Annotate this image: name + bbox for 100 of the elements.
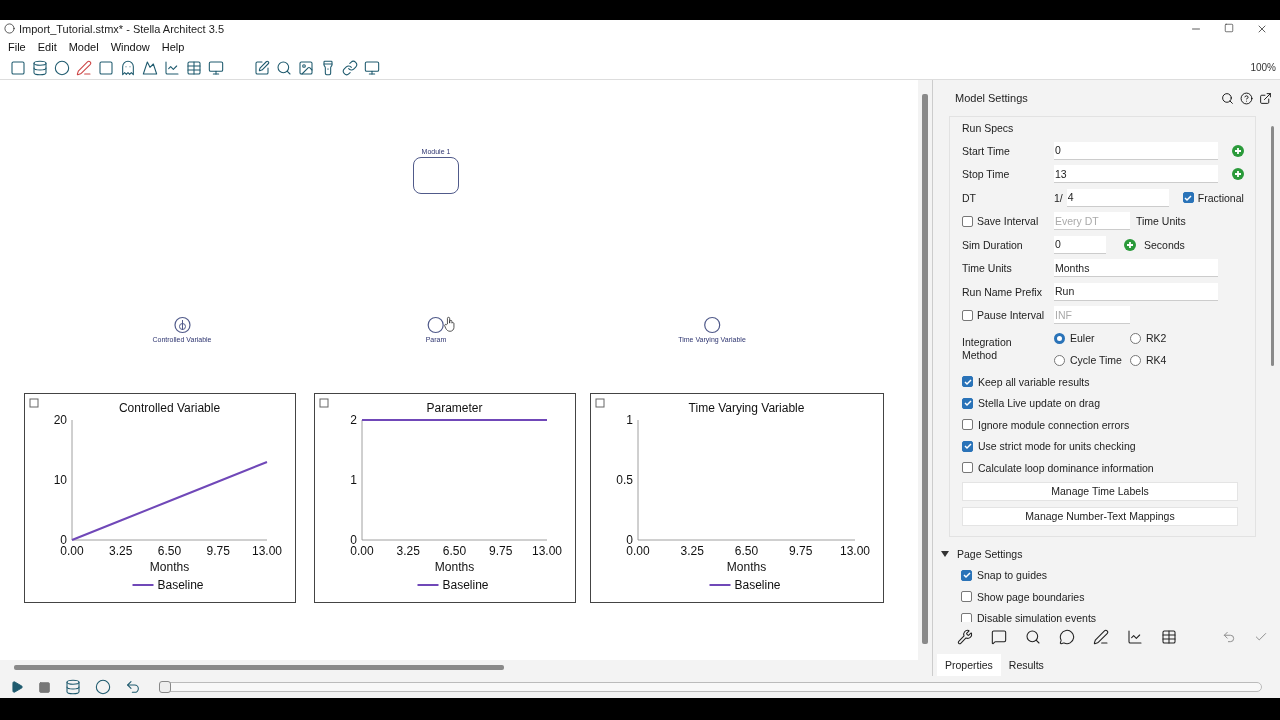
module-node[interactable] xyxy=(413,157,459,194)
help-icon[interactable] xyxy=(1240,91,1253,105)
input-field[interactable]: 4 xyxy=(1066,188,1169,207)
checkbox[interactable] xyxy=(962,215,973,227)
collapse-icon[interactable] xyxy=(319,398,329,408)
scrollbar[interactable] xyxy=(1270,126,1274,366)
radio-button[interactable] xyxy=(1054,332,1065,344)
zoom-level[interactable]: 100% xyxy=(1250,62,1280,73)
x-tick-label: 13.00 xyxy=(532,544,562,558)
input-field[interactable]: 0 xyxy=(1054,235,1106,254)
table-tool-icon[interactable] xyxy=(186,59,202,76)
x-tick-label: 13.00 xyxy=(252,544,282,558)
time-slider[interactable] xyxy=(159,682,1262,692)
add-icon[interactable] xyxy=(1232,168,1244,181)
field-label: Start Time xyxy=(962,144,1011,157)
input-field[interactable]: 0 xyxy=(1054,141,1218,160)
menu-item[interactable]: Window xyxy=(104,40,156,53)
menu-item[interactable]: File xyxy=(2,40,32,53)
maximize-icon[interactable] xyxy=(1224,22,1234,33)
table-icon[interactable] xyxy=(1161,629,1177,645)
picture-tool-icon[interactable] xyxy=(298,59,314,76)
checkbox-label: Stella Live update on drag xyxy=(978,397,1100,410)
play-icon[interactable] xyxy=(10,680,24,694)
y-tick-label: 1 xyxy=(626,413,633,427)
y-tick-label: 0 xyxy=(626,533,633,547)
checkbox[interactable] xyxy=(961,591,972,603)
checkbox-label: Ignore module connection errors xyxy=(978,418,1130,431)
graph-icon[interactable] xyxy=(1127,629,1143,645)
link-icon[interactable] xyxy=(342,59,358,76)
radio-button[interactable] xyxy=(1054,354,1065,366)
add-icon[interactable] xyxy=(1232,144,1244,157)
add-icon[interactable] xyxy=(1124,238,1136,251)
checkbox[interactable] xyxy=(962,309,973,321)
checkbox[interactable] xyxy=(962,397,973,409)
checkbox[interactable] xyxy=(962,440,973,452)
field-label: DT xyxy=(962,191,977,204)
scrollbar[interactable] xyxy=(14,665,504,670)
x-tick-label: 0.00 xyxy=(350,544,374,558)
checkbox[interactable] xyxy=(961,612,972,622)
ghost-icon[interactable] xyxy=(120,59,136,76)
manage-button[interactable]: Manage Number-Text Mappings xyxy=(962,506,1238,526)
check-icon[interactable] xyxy=(1254,630,1268,644)
connector-tool-icon[interactable] xyxy=(76,59,92,76)
converter-node[interactable] xyxy=(427,316,445,334)
checkbox[interactable] xyxy=(962,419,973,431)
menu-item[interactable]: Model xyxy=(62,40,105,53)
input-field[interactable]: 13 xyxy=(1054,165,1218,184)
flashlight-icon[interactable] xyxy=(320,59,336,76)
manage-button[interactable]: Manage Time Labels xyxy=(962,481,1238,501)
menu-item[interactable]: Help xyxy=(155,40,191,53)
display-tool-icon[interactable] xyxy=(208,59,224,76)
panel-tab[interactable]: Properties xyxy=(937,654,1001,676)
converter-tool-icon[interactable] xyxy=(54,59,70,76)
edit-icon[interactable] xyxy=(254,59,270,76)
y-tick-label: 0 xyxy=(60,533,67,547)
panel-tab[interactable]: Results xyxy=(1000,654,1052,676)
presentation-icon[interactable] xyxy=(364,59,380,76)
message-icon[interactable] xyxy=(991,629,1007,645)
collapse-icon[interactable] xyxy=(595,398,605,408)
radio-label: RK2 xyxy=(1146,332,1167,344)
chart-title: Parameter xyxy=(426,401,483,415)
menu-item[interactable]: Edit xyxy=(31,40,63,53)
search-icon[interactable] xyxy=(1221,91,1234,105)
controlled-converter-node[interactable] xyxy=(173,316,191,334)
popout-icon[interactable] xyxy=(1259,91,1272,105)
comment-icon[interactable] xyxy=(1059,629,1075,645)
slider-thumb[interactable] xyxy=(159,681,171,693)
image-tool-icon[interactable] xyxy=(142,59,158,76)
y-tick-label: 1 xyxy=(350,473,357,487)
radio-button[interactable] xyxy=(1130,354,1141,366)
graph-tool-icon[interactable] xyxy=(164,59,180,76)
input-field[interactable]: Months xyxy=(1054,259,1218,278)
zoom-icon[interactable] xyxy=(1025,629,1041,645)
caret-icon[interactable] xyxy=(941,549,949,558)
input-field[interactable]: Run xyxy=(1054,282,1218,301)
stock-tool-icon[interactable] xyxy=(10,59,26,76)
y-tick-label: 2 xyxy=(350,413,357,427)
zoom-tool-icon[interactable] xyxy=(276,59,292,76)
checkbox[interactable] xyxy=(961,569,972,581)
checkbox-label: Save Interval xyxy=(977,215,1040,228)
chart-title: Time Varying Variable xyxy=(688,401,805,415)
module-tool-icon[interactable] xyxy=(98,59,114,76)
database-icon[interactable] xyxy=(65,679,81,695)
checkbox[interactable] xyxy=(1182,192,1194,204)
converter-node[interactable] xyxy=(703,316,721,334)
wrench-icon[interactable] xyxy=(957,629,973,645)
x-tick-label: 6.50 xyxy=(442,544,467,558)
restore-icon[interactable] xyxy=(125,679,141,695)
stop-icon[interactable] xyxy=(38,680,51,694)
legend-label: Baseline xyxy=(442,578,489,592)
radio-label: Cycle Time xyxy=(1070,354,1122,366)
checkbox[interactable] xyxy=(962,462,973,474)
section-title: Run Specs xyxy=(962,121,1015,136)
axis-label: Months xyxy=(726,560,767,574)
radio-button[interactable] xyxy=(1130,332,1141,344)
x-tick-label: 9.75 xyxy=(206,544,230,558)
checkbox[interactable] xyxy=(962,376,973,388)
scrollbar[interactable] xyxy=(922,94,928,644)
x-tick-label: 6.50 xyxy=(157,544,182,558)
collapse-icon[interactable] xyxy=(29,398,39,408)
